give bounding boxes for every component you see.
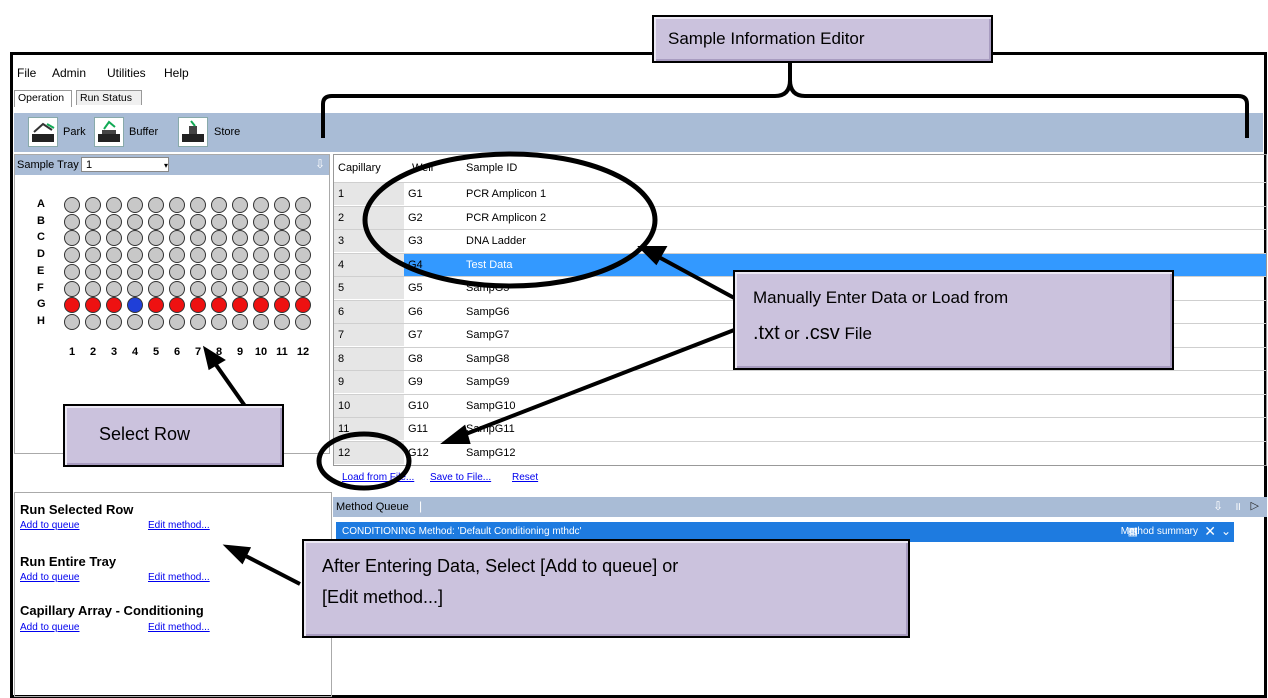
callout-after-entering: After Entering Data, Select [Add to queu… bbox=[302, 539, 910, 638]
callout-text-line1: After Entering Data, Select [Add to queu… bbox=[322, 556, 679, 576]
callout-text-line2: .txt or .csv File bbox=[753, 322, 872, 345]
callout-text-line1: Manually Enter Data or Load from bbox=[753, 288, 1009, 307]
callout-manually-enter: Manually Enter Data or Load from .txt or… bbox=[733, 270, 1174, 370]
bracket-shape bbox=[321, 60, 1249, 138]
callout-text-line2: [Edit method...] bbox=[322, 587, 444, 607]
highlight-ellipse bbox=[362, 151, 658, 289]
callout-select-row: Select Row bbox=[63, 404, 284, 467]
callout-text: Select Row bbox=[99, 424, 191, 444]
ext-txt: .txt bbox=[753, 322, 780, 344]
callout-text: Sample Information Editor bbox=[668, 29, 865, 48]
callout-or: or bbox=[779, 324, 805, 343]
callout-sample-information-editor: Sample Information Editor bbox=[652, 15, 993, 63]
ext-csv: .csv bbox=[804, 322, 840, 344]
highlight-ellipse-load bbox=[316, 431, 412, 491]
callout-file: File bbox=[839, 324, 872, 343]
